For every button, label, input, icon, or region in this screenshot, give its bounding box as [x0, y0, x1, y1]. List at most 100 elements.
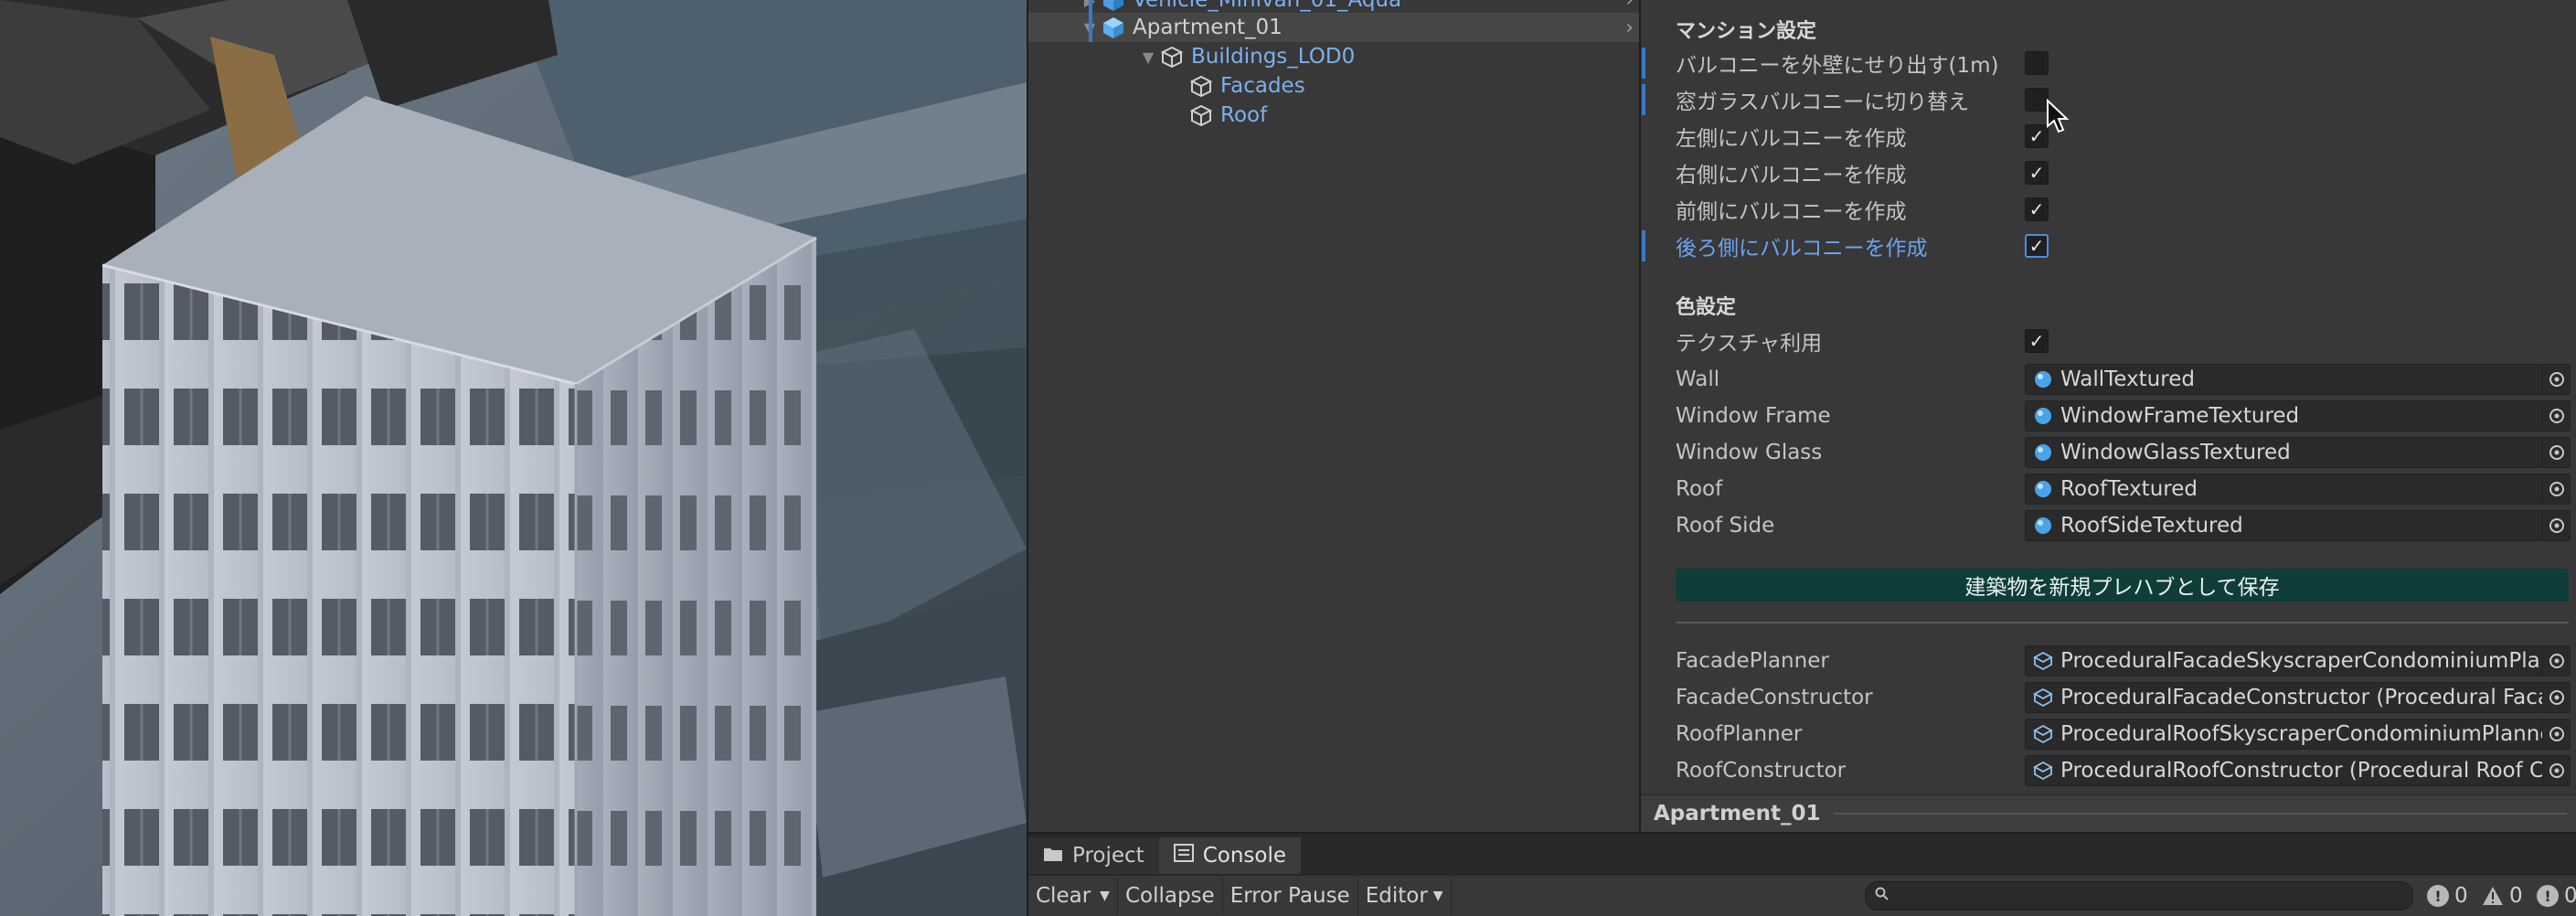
- roof-material-row[interactable]: Roof RoofTextured: [1641, 472, 2576, 506]
- material-sphere-icon: [2031, 404, 2055, 428]
- left-balcony-row[interactable]: 左側にバルコニーを作成 ✓: [1641, 119, 2576, 154]
- facade-constructor-field[interactable]: ProceduralFacadeConstructor (Procedural …: [2025, 682, 2571, 713]
- footer-divider: [1833, 813, 2567, 815]
- material-sphere-icon: [2031, 477, 2055, 501]
- roof-side-material-field[interactable]: RoofSideTextured: [2025, 510, 2571, 541]
- selected-object-title: Apartment_01: [1654, 802, 1821, 825]
- roof-side-material-row[interactable]: Roof Side RoofSideTextured: [1641, 508, 2576, 543]
- balcony-extrude-row[interactable]: バルコニーを外壁にせり出す(1m): [1641, 46, 2576, 80]
- object-field-value: ProceduralRoofConstructor (Procedural Ro…: [2060, 759, 2542, 783]
- hierarchy-item-label: Facades: [1220, 74, 1305, 98]
- warning-count: 0: [2509, 884, 2523, 908]
- property-label: FacadePlanner: [1676, 649, 1829, 673]
- tab-project[interactable]: Project: [1028, 837, 1159, 874]
- console-search-input[interactable]: [1865, 881, 2413, 911]
- folder-icon: [1043, 844, 1063, 868]
- wall-material-row[interactable]: Wall WallTextured: [1641, 362, 2576, 397]
- prefab-cube-icon: [1100, 0, 1127, 14]
- object-picker-icon[interactable]: [2542, 474, 2570, 504]
- window-glass-material-row[interactable]: Window Glass WindowGlassTextured: [1641, 435, 2576, 470]
- use-texture-row[interactable]: テクスチャ利用 ✓: [1641, 324, 2576, 358]
- hierarchy-item-label: Apartment_01: [1133, 16, 1283, 39]
- error-icon: !: [2537, 885, 2559, 907]
- fold-arrow-icon[interactable]: ▼: [1138, 48, 1158, 66]
- material-sphere-icon: [2031, 367, 2055, 391]
- back-balcony-row[interactable]: 後ろ側にバルコニーを作成 ✓: [1641, 229, 2576, 263]
- roof-planner-row[interactable]: RoofPlanner ProceduralRoofSkyscraperCond…: [1641, 717, 2576, 751]
- right-balcony-checkbox[interactable]: ✓: [2025, 161, 2049, 185]
- prefab-override-marker: [1089, 0, 1092, 42]
- hierarchy-item-label: Roof: [1220, 103, 1268, 127]
- hierarchy-panel: ▶ Vehicle_Minivan_01_Aqua › ▼ Apartment_…: [1027, 0, 1639, 832]
- window-frame-material-field[interactable]: WindowFrameTextured: [2025, 400, 2571, 431]
- search-icon: [1875, 887, 1889, 905]
- color-settings-header: 色設定: [1676, 296, 1737, 319]
- facade-constructor-row[interactable]: FacadeConstructor ProceduralFacadeConstr…: [1641, 680, 2576, 715]
- scene-view[interactable]: [0, 0, 1027, 916]
- tab-label: Project: [1072, 844, 1144, 868]
- roof-constructor-field[interactable]: ProceduralRoofConstructor (Procedural Ro…: [2025, 755, 2571, 786]
- scene-render: [0, 0, 1027, 916]
- hierarchy-item-apartment[interactable]: ▼ Apartment_01 ›: [1028, 13, 1639, 42]
- balcony-extrude-checkbox[interactable]: [2025, 51, 2049, 75]
- use-texture-checkbox[interactable]: ✓: [2025, 329, 2049, 353]
- hierarchy-item-facades[interactable]: Facades: [1028, 71, 1639, 101]
- hierarchy-item-buildings-lod0[interactable]: ▼ Buildings_LOD0: [1028, 42, 1639, 71]
- chevron-right-icon[interactable]: ›: [1625, 16, 1634, 39]
- property-label: Roof Side: [1676, 514, 1775, 538]
- window-glass-material-field[interactable]: WindowGlassTextured: [2025, 437, 2571, 468]
- object-picker-icon[interactable]: [2542, 511, 2570, 540]
- inspector-panel: マンション設定 バルコニーを外壁にせり出す(1m) 窓ガラスバルコニーに切り替え…: [1639, 0, 2576, 832]
- script-asset-icon: [2031, 649, 2055, 673]
- dropdown-arrow-icon: ▼: [1432, 889, 1443, 903]
- roof-planner-field[interactable]: ProceduralRoofSkyscraperCondominiumPlann…: [2025, 719, 2571, 750]
- hierarchy-item-roof[interactable]: Roof: [1028, 101, 1639, 130]
- clear-button[interactable]: Clear ▼: [1028, 878, 1118, 914]
- facade-planner-row[interactable]: FacadePlanner ProceduralFacadeSkyscraper…: [1641, 644, 2576, 678]
- property-label: RoofConstructor: [1676, 759, 1847, 783]
- console-toolbar: Clear ▼ Collapse Error Pause Editor ▼ ! …: [1028, 876, 2576, 916]
- warning-count-toggle[interactable]: 0: [2482, 881, 2523, 911]
- roof-material-field[interactable]: RoofTextured: [2025, 474, 2571, 505]
- material-sphere-icon: [2031, 514, 2055, 538]
- facade-planner-field[interactable]: ProceduralFacadeSkyscraperCondominiumPla: [2025, 645, 2571, 676]
- property-label: テクスチャ利用: [1676, 332, 1823, 356]
- chevron-right-icon[interactable]: ›: [1625, 0, 1634, 12]
- error-pause-toggle[interactable]: Error Pause: [1223, 878, 1358, 914]
- object-picker-icon[interactable]: [2542, 683, 2570, 712]
- object-picker-icon[interactable]: [2542, 756, 2570, 785]
- property-label: 左側にバルコニーを作成: [1676, 127, 1907, 151]
- window-frame-material-row[interactable]: Window Frame WindowFrameTextured: [1641, 399, 2576, 433]
- back-balcony-checkbox[interactable]: ✓: [2025, 234, 2049, 258]
- material-sphere-icon: [2031, 441, 2055, 464]
- property-label: バルコニーを外壁にせり出す(1m): [1676, 54, 1999, 78]
- object-field-value: RoofSideTextured: [2060, 514, 2243, 538]
- info-count-toggle[interactable]: ! 0: [2427, 881, 2468, 911]
- gameobject-cube-icon: [1187, 101, 1215, 129]
- object-picker-icon[interactable]: [2542, 719, 2570, 749]
- object-field-value: ProceduralRoofSkyscraperCondominiumPlann…: [2060, 722, 2542, 746]
- right-balcony-row[interactable]: 右側にバルコニーを作成 ✓: [1641, 155, 2576, 190]
- roof-constructor-row[interactable]: RoofConstructor ProceduralRoofConstructo…: [1641, 753, 2576, 788]
- object-field-value: WindowFrameTextured: [2060, 404, 2300, 428]
- object-picker-icon[interactable]: [2542, 365, 2570, 394]
- wall-material-field[interactable]: WallTextured: [2025, 364, 2571, 395]
- object-picker-icon[interactable]: [2542, 401, 2570, 431]
- glass-balcony-row[interactable]: 窓ガラスバルコニーに切り替え: [1641, 82, 2576, 117]
- front-balcony-checkbox[interactable]: ✓: [2025, 197, 2049, 221]
- warning-icon: [2482, 885, 2504, 907]
- dropdown-arrow-icon[interactable]: ▼: [1100, 889, 1110, 903]
- front-balcony-row[interactable]: 前側にバルコニーを作成 ✓: [1641, 192, 2576, 227]
- tab-console[interactable]: Console: [1158, 837, 1302, 874]
- save-as-prefab-button[interactable]: 建築物を新規プレハブとして保存: [1676, 569, 2569, 602]
- editor-label: Editor: [1365, 884, 1428, 908]
- object-picker-icon[interactable]: [2542, 646, 2570, 676]
- console-icon: [1173, 844, 1194, 868]
- collapse-toggle[interactable]: Collapse: [1118, 878, 1223, 914]
- object-picker-icon[interactable]: [2542, 438, 2570, 467]
- mouse-cursor-icon: [2047, 99, 2070, 133]
- editor-dropdown[interactable]: Editor ▼: [1358, 878, 1452, 914]
- hierarchy-item-label: Buildings_LOD0: [1191, 45, 1356, 69]
- error-count-toggle[interactable]: ! 0: [2537, 881, 2576, 911]
- override-marker: [1642, 84, 1645, 115]
